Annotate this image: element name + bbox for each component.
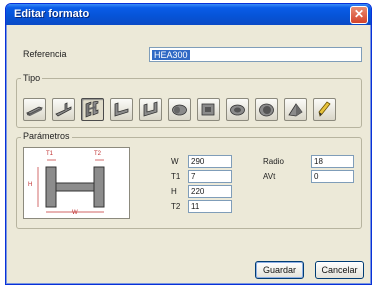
close-button[interactable]: ✕: [350, 6, 368, 24]
solid-triangle-icon: [288, 103, 303, 117]
tipo-legend: Tipo: [21, 73, 43, 83]
round-tube-button[interactable]: [255, 98, 278, 121]
t-section-button[interactable]: [52, 98, 75, 121]
pencil-icon: [318, 101, 331, 117]
flat-plate-icon: [26, 106, 43, 116]
radio-field[interactable]: 18: [311, 155, 354, 168]
close-icon: ✕: [353, 7, 365, 21]
custom-shape-button[interactable]: [313, 98, 336, 121]
oval-tube-icon: [230, 104, 245, 116]
cancel-button[interactable]: Cancelar: [315, 261, 364, 279]
edit-format-dialog: Editar formato ✕ Referencia HEA300 Tipo: [5, 3, 372, 285]
diagram-t1-label: T1: [46, 151, 54, 157]
h-field[interactable]: 220: [188, 185, 232, 198]
h-section-drawing: [37, 159, 105, 213]
w-label: W: [171, 157, 179, 166]
referencia-input[interactable]: HEA300: [149, 47, 362, 62]
l-angle-button[interactable]: [110, 98, 133, 121]
avt-field[interactable]: 0: [311, 170, 354, 183]
round-tube-icon: [259, 103, 274, 117]
oval-tube-button[interactable]: [226, 98, 249, 121]
t2-label: T2: [171, 202, 181, 211]
t1-label: T1: [171, 172, 181, 181]
round-bar-icon: [172, 104, 187, 116]
square-tube-button[interactable]: [197, 98, 220, 121]
save-button[interactable]: Guardar: [255, 261, 304, 279]
avt-label: AVt: [263, 172, 276, 181]
solid-triangle-button[interactable]: [284, 98, 307, 121]
referencia-label: Referencia: [23, 49, 67, 59]
diagram-w-label: W: [72, 210, 78, 216]
t2-field[interactable]: 11: [188, 200, 232, 213]
h-section-button[interactable]: [81, 98, 104, 121]
h-section-diagram: T1 T2 H W: [23, 147, 130, 219]
round-bar-button[interactable]: [168, 98, 191, 121]
flat-plate-button[interactable]: [23, 98, 46, 121]
diagram-h-label: H: [28, 182, 33, 188]
diagram-t2-label: T2: [94, 151, 102, 157]
w-field[interactable]: 290: [188, 155, 232, 168]
t-section-icon: [55, 102, 72, 117]
u-channel-button[interactable]: [139, 98, 162, 121]
h-label: H: [171, 187, 177, 196]
u-channel-icon: [143, 101, 158, 117]
l-angle-icon: [114, 102, 129, 117]
t1-field[interactable]: 7: [188, 170, 232, 183]
h-section-icon: [85, 101, 99, 118]
parametros-legend: Parámetros: [21, 131, 72, 141]
radio-label: Radio: [263, 157, 284, 166]
referencia-value: HEA300: [152, 50, 190, 60]
square-tube-icon: [201, 103, 215, 116]
title-bar[interactable]: Editar formato ✕: [6, 4, 371, 25]
window-title: Editar formato: [14, 8, 90, 20]
